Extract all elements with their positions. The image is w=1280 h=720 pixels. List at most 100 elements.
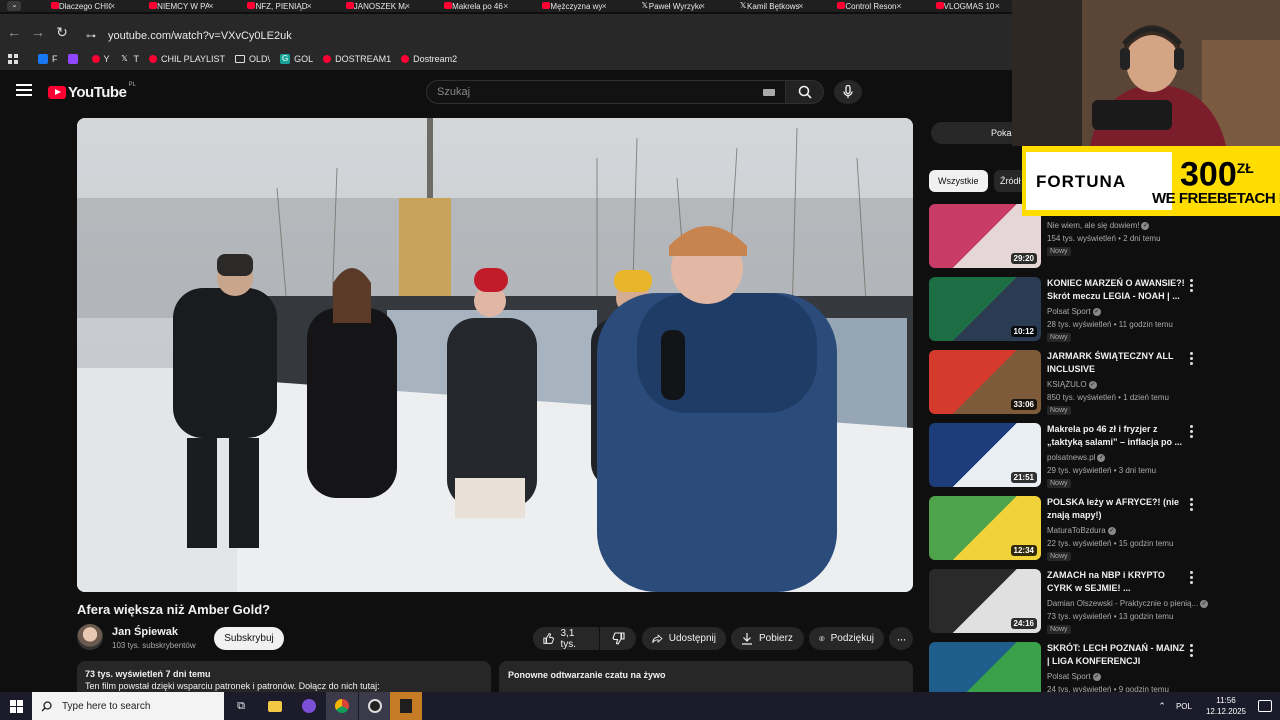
clock[interactable]: 11:56 12.12.2025 <box>1206 695 1246 717</box>
video-duration: 29:20 <box>1010 253 1037 264</box>
thanks-button[interactable]: Podziękuj <box>809 627 884 650</box>
recommendation-channel[interactable]: MaturaToBzdura ✓ <box>1047 526 1116 535</box>
more-actions-button[interactable]: ··· <box>889 627 913 650</box>
download-button[interactable]: Pobierz <box>731 627 804 650</box>
search-icon <box>798 85 812 99</box>
recommendation-channel[interactable]: Polsat Sport ✓ <box>1047 672 1101 681</box>
start-button[interactable] <box>0 692 32 720</box>
recommendation-item[interactable]: 21:51 Makrela po 46 zł i fryzjer z „takty… <box>929 423 1199 491</box>
x-icon: 𝕏 <box>121 54 128 63</box>
video-thumbnail[interactable]: 12:34 <box>929 496 1041 560</box>
bookmark-item[interactable]: Dostream2 <box>401 54 457 64</box>
chrome-button[interactable] <box>326 692 358 720</box>
youtube-icon <box>542 2 551 9</box>
notification-icon[interactable] <box>1258 700 1272 712</box>
recommendation-channel[interactable]: polsatnews.pl ✓ <box>1047 453 1106 462</box>
like-button[interactable]: 3,1 tys. <box>533 627 599 650</box>
more-vertical-icon[interactable] <box>1190 644 1194 659</box>
channel-name[interactable]: Jan Śpiewak <box>112 626 178 638</box>
recommendation-channel[interactable]: Nie wiem, ale się dowiem! ✓ <box>1047 221 1150 230</box>
verified-check-icon: ✓ <box>1088 380 1097 389</box>
tab-title: JANOSZEK MA <box>353 1 406 11</box>
back-button[interactable]: ← <box>6 24 22 40</box>
reload-button[interactable]: ↻ <box>54 24 70 40</box>
close-tab-icon[interactable]: × <box>896 0 901 12</box>
browser-tab[interactable]: NIEMCY W PA × <box>127 0 225 12</box>
browser-tab[interactable]: VLOGMAS 10 × <box>914 0 1012 12</box>
close-tab-icon[interactable]: × <box>405 0 410 12</box>
share-button[interactable]: Udostępnij <box>642 627 726 650</box>
browser-tab[interactable]: NFZ, PIENIĄDZ × <box>225 0 323 12</box>
app-button-2[interactable] <box>390 692 422 720</box>
webcam-image <box>1012 0 1280 146</box>
close-tab-icon[interactable]: × <box>601 0 606 12</box>
recommendation-item[interactable]: 10:12 KONIEC MARZEŃ O AWANSIE?! Skrót mec… <box>929 277 1199 345</box>
language-indicator[interactable]: POL <box>1176 702 1192 711</box>
video-thumbnail[interactable]: 21:51 <box>929 423 1041 487</box>
browser-tab[interactable]: Dlaczego CHIC × <box>29 0 127 12</box>
close-tab-icon[interactable]: × <box>110 0 115 12</box>
voice-search-button[interactable] <box>834 80 862 104</box>
recommendation-item[interactable]: 33:06 JARMARK ŚWIĄTECZNY ALL INCLUSIVE KSI… <box>929 350 1199 418</box>
dislike-button[interactable] <box>600 627 636 650</box>
bookmark-item[interactable]: G GOL <box>280 54 313 64</box>
subscribe-button[interactable]: Subskrybuj <box>214 627 284 650</box>
taskbar-search[interactable]: Type here to search <box>32 692 224 720</box>
browser-tab[interactable]: 𝕏 Paweł Wyrzyko × <box>619 0 717 12</box>
more-vertical-icon[interactable] <box>1190 279 1194 294</box>
recommendation-title: SKRÓT: LECH POZNAŃ - MAINZ | LIGA KONFER… <box>1047 643 1185 666</box>
search-input[interactable] <box>427 81 747 103</box>
video-thumbnail[interactable]: 33:06 <box>929 350 1041 414</box>
more-vertical-icon[interactable] <box>1190 498 1194 513</box>
browser-tab[interactable]: Control Resonc × <box>815 0 913 12</box>
filter-chip-all[interactable]: Wszystkie <box>929 170 988 192</box>
recommendation-item[interactable]: 24:16 ZAMACH na NBP i KRYPTO CYRK w SEJMI… <box>929 569 1209 637</box>
address-bar[interactable]: ⊶ youtube.com/watch?v=VXvCy0LE2uk <box>78 24 998 48</box>
bookmark-item[interactable]: F <box>38 54 58 64</box>
search-icon <box>41 700 52 711</box>
site-info-icon: ⊶ <box>86 30 96 42</box>
recommendation-channel[interactable]: Damian Olszewski - Praktycznie o pienią.… <box>1047 599 1209 608</box>
tab-search-button[interactable]: ⌄ <box>0 0 29 12</box>
keyboard-icon[interactable] <box>763 89 775 96</box>
browser-tab[interactable]: 𝕏 Kamil Bętkows × <box>717 0 815 12</box>
app-button-1[interactable] <box>293 692 325 720</box>
close-tab-icon[interactable]: × <box>798 0 803 12</box>
close-tab-icon[interactable]: × <box>307 0 312 12</box>
bookmark-item[interactable]: 𝕏T <box>120 54 140 64</box>
browser-tab[interactable]: Makrela po 46 × <box>422 0 520 12</box>
bookmark-item[interactable]: OLD\ <box>235 54 270 64</box>
search-button[interactable] <box>786 80 824 104</box>
video-thumbnail[interactable]: 10:12 <box>929 277 1041 341</box>
app-icon <box>400 699 412 713</box>
youtube-logo[interactable]: YouTube PL <box>48 82 136 101</box>
bookmark-item[interactable]: Y <box>91 54 110 64</box>
bookmark-item[interactable]: DOSTREAM1 <box>323 54 391 64</box>
video-player[interactable] <box>77 118 913 592</box>
video-thumbnail[interactable]: 24:16 <box>929 569 1041 633</box>
bookmark-item[interactable]: CHIL PLAYLIST <box>149 54 225 64</box>
channel-avatar[interactable] <box>77 624 103 650</box>
close-tab-icon[interactable]: × <box>208 0 213 12</box>
file-explorer-button[interactable] <box>259 692 291 720</box>
close-tab-icon[interactable]: × <box>700 0 705 12</box>
close-tab-icon[interactable]: × <box>503 0 508 12</box>
browser-tab[interactable]: Mężczyzna wy × <box>520 0 618 12</box>
close-tab-icon[interactable]: × <box>995 0 1000 12</box>
browser-tab[interactable]: JANOSZEK MA × <box>324 0 422 12</box>
recommendation-channel[interactable]: KSIĄŻULO ✓ <box>1047 380 1097 389</box>
chevron-up-icon[interactable]: ⌃ <box>1158 701 1166 712</box>
recommendation-channel[interactable]: Polsat Sport ✓ <box>1047 307 1101 316</box>
forward-button[interactable]: → <box>30 24 46 40</box>
menu-icon[interactable] <box>16 84 32 98</box>
more-vertical-icon[interactable] <box>1190 571 1194 586</box>
obs-icon <box>368 699 382 713</box>
more-vertical-icon[interactable] <box>1190 425 1194 440</box>
bookmark-label: T <box>133 54 140 64</box>
apps-button[interactable] <box>8 54 18 64</box>
task-view-button[interactable]: ⧉ <box>225 692 257 720</box>
bookmark-item[interactable] <box>67 54 82 64</box>
more-vertical-icon[interactable] <box>1190 352 1194 367</box>
recommendation-item[interactable]: 12:34 POLSKA leży w AFRYCE?! (nie znają m… <box>929 496 1199 564</box>
obs-button[interactable] <box>359 692 391 720</box>
